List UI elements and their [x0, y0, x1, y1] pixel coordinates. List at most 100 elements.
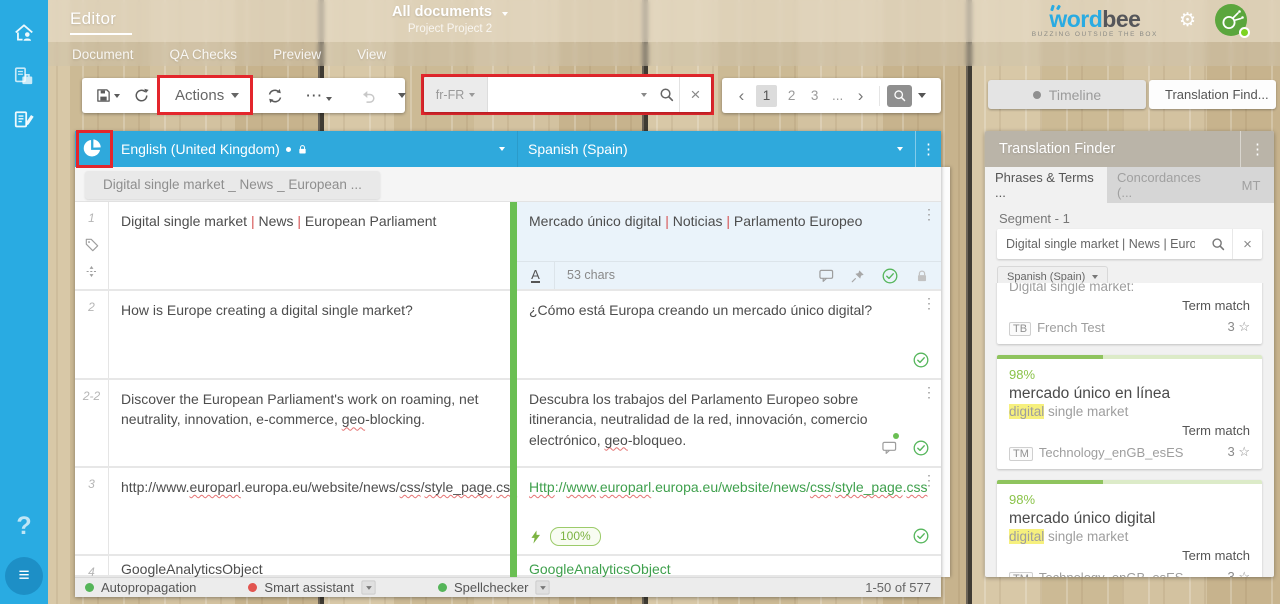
- row-menu-kebab-icon[interactable]: ⋮: [922, 298, 936, 308]
- projects-icon[interactable]: [13, 66, 35, 88]
- user-avatar[interactable]: [1214, 3, 1248, 37]
- tab-qa-checks[interactable]: QA Checks: [170, 47, 238, 62]
- page-2-button[interactable]: 2: [780, 88, 803, 103]
- panel-menu-kebab-icon[interactable]: ⋮: [1240, 131, 1274, 167]
- annotation-search-box: fr-FR ×: [421, 74, 714, 115]
- lock-icon[interactable]: [915, 269, 929, 283]
- comment-icon[interactable]: [882, 436, 897, 456]
- clear-search-icon[interactable]: ×: [1232, 229, 1262, 259]
- match-card[interactable]: Digital single market: Term match TBFren…: [997, 283, 1262, 344]
- undo-button[interactable]: [356, 88, 380, 104]
- table-row: 4 GoogleAnalyticsObject GoogleAnalyticsO…: [75, 556, 941, 577]
- pagination: ‹ 1 2 3 ... ›: [722, 78, 941, 113]
- grid-menu-kebab-icon[interactable]: ⋮: [915, 131, 941, 167]
- tab-view[interactable]: View: [357, 47, 386, 62]
- status-check-icon[interactable]: [913, 528, 929, 544]
- source-cell[interactable]: How is Europe creating a digital single …: [109, 291, 510, 378]
- tab-mt[interactable]: MT: [1228, 167, 1274, 203]
- document-tab[interactable]: Digital single market _ News _ European …: [85, 171, 380, 199]
- search-icon[interactable]: [1204, 237, 1232, 251]
- segment-number: 3: [88, 477, 95, 491]
- translation-finder-toggle[interactable]: Translation Find...: [1149, 80, 1276, 109]
- match-rating[interactable]: 3 ☆: [1227, 319, 1250, 335]
- status-check-icon[interactable]: [882, 268, 898, 284]
- target-cell[interactable]: Mercado único digital | Noticias | Parla…: [517, 202, 941, 289]
- match-rating[interactable]: 3 ☆: [1227, 569, 1250, 577]
- source-language-header[interactable]: English (United Kingdom): [109, 131, 517, 167]
- search-icon[interactable]: [653, 87, 679, 102]
- page-more-button[interactable]: ...: [826, 88, 849, 103]
- target-header-chevron[interactable]: [897, 147, 903, 151]
- undo-dropdown[interactable]: [394, 93, 410, 98]
- document-selector[interactable]: All documents Project Project 2: [330, 4, 570, 35]
- refresh-button[interactable]: [130, 88, 153, 103]
- hamburger-menu-button[interactable]: ≡: [5, 557, 43, 595]
- target-cell[interactable]: GoogleAnalyticsObject: [517, 556, 941, 575]
- editor-icon[interactable]: [13, 110, 35, 132]
- search-options-chevron[interactable]: [641, 93, 647, 97]
- page-3-button[interactable]: 3: [803, 88, 826, 103]
- source-cell[interactable]: Digital single market | News | European …: [109, 202, 510, 289]
- search-language-chip[interactable]: fr-FR: [424, 77, 488, 112]
- save-button[interactable]: [92, 88, 124, 103]
- timeline-toggle[interactable]: Timeline: [988, 80, 1146, 109]
- status-check-icon[interactable]: [913, 440, 929, 456]
- formatting-button[interactable]: A: [517, 262, 555, 289]
- row-menu-kebab-icon[interactable]: ⋮: [922, 475, 936, 485]
- status-check-icon[interactable]: [913, 352, 929, 368]
- page-1-button[interactable]: 1: [756, 85, 777, 107]
- clear-search-icon[interactable]: ×: [679, 77, 711, 112]
- match-rating[interactable]: 3 ☆: [1227, 444, 1250, 460]
- segment-number: 2-2: [83, 389, 100, 403]
- match-kind: Term match: [1009, 298, 1250, 313]
- actions-button[interactable]: Actions: [171, 87, 243, 104]
- segment-label: Segment - 1: [999, 211, 1070, 226]
- more-options-button[interactable]: ⋯: [301, 90, 336, 101]
- settings-gear-icon[interactable]: ⚙: [1179, 9, 1196, 32]
- help-icon[interactable]: ?: [16, 512, 31, 541]
- match-card[interactable]: 98% mercado único en línea digital singl…: [997, 355, 1262, 469]
- finder-search-box: ×: [997, 229, 1262, 259]
- match-results: Digital single market: Term match TBFren…: [985, 283, 1274, 577]
- smart-assistant-status[interactable]: Smart assistant: [248, 580, 376, 595]
- spellchecker-status[interactable]: Spellchecker: [438, 580, 550, 595]
- row-menu-kebab-icon[interactable]: ⋮: [922, 387, 936, 397]
- pagination-dropdown[interactable]: [912, 93, 933, 98]
- header-brand-row: Editor All documents Project Project 2 w…: [48, 0, 1280, 42]
- row-menu-kebab-icon[interactable]: ⋮: [922, 209, 936, 219]
- autopropagation-status[interactable]: Autopropagation: [85, 580, 196, 595]
- tab-phrases-terms[interactable]: Phrases & Terms ...: [985, 167, 1107, 203]
- finder-search-input[interactable]: [997, 237, 1204, 251]
- source-header-chevron[interactable]: [499, 147, 505, 151]
- tab-document[interactable]: Document: [72, 47, 134, 62]
- search-input[interactable]: [488, 87, 635, 102]
- target-cell[interactable]: Http://www.europarl.europa.eu/website/ne…: [517, 468, 941, 554]
- segment-search-box: fr-FR ×: [424, 77, 711, 112]
- left-sidebar: ? ≡: [0, 0, 48, 604]
- goto-segment-button[interactable]: [887, 85, 912, 107]
- tag-icon[interactable]: [85, 238, 99, 252]
- source-cell[interactable]: http://www.europarl.europa.eu/website/ne…: [109, 468, 510, 554]
- segment-rows: 1 Digital single market | News | Europea…: [75, 202, 941, 577]
- align-segment-icon[interactable]: [85, 265, 98, 278]
- spellchecker-dropdown[interactable]: [536, 580, 550, 594]
- find-replace-icon[interactable]: [263, 88, 287, 104]
- match-target: mercado único en línea: [1009, 385, 1250, 403]
- prev-page-button[interactable]: ‹: [730, 86, 753, 106]
- source-cell[interactable]: Discover the European Parliament's work …: [109, 380, 510, 466]
- home-icon[interactable]: [13, 22, 35, 44]
- tab-concordances[interactable]: Concordances (...: [1107, 167, 1228, 203]
- target-language-header[interactable]: Spanish (Spain): [517, 131, 915, 167]
- target-cell[interactable]: ¿Cómo está Europa creando un mercado úni…: [517, 291, 941, 378]
- target-cell[interactable]: Descubra los trabajos del Parlamento Eur…: [517, 380, 941, 466]
- match-card[interactable]: 98% mercado único digital digital single…: [997, 480, 1262, 577]
- comment-icon[interactable]: [819, 268, 834, 283]
- smart-assistant-dropdown[interactable]: [361, 580, 375, 594]
- tab-preview[interactable]: Preview: [273, 47, 321, 62]
- next-page-button[interactable]: ›: [849, 86, 872, 106]
- segment-edit-bar: A 53 chars: [517, 261, 941, 289]
- grid-scrollbar-track[interactable]: [941, 167, 950, 577]
- pin-icon[interactable]: [851, 269, 865, 283]
- statistics-pie-icon[interactable]: [75, 131, 109, 167]
- source-cell[interactable]: GoogleAnalyticsObject: [109, 556, 510, 575]
